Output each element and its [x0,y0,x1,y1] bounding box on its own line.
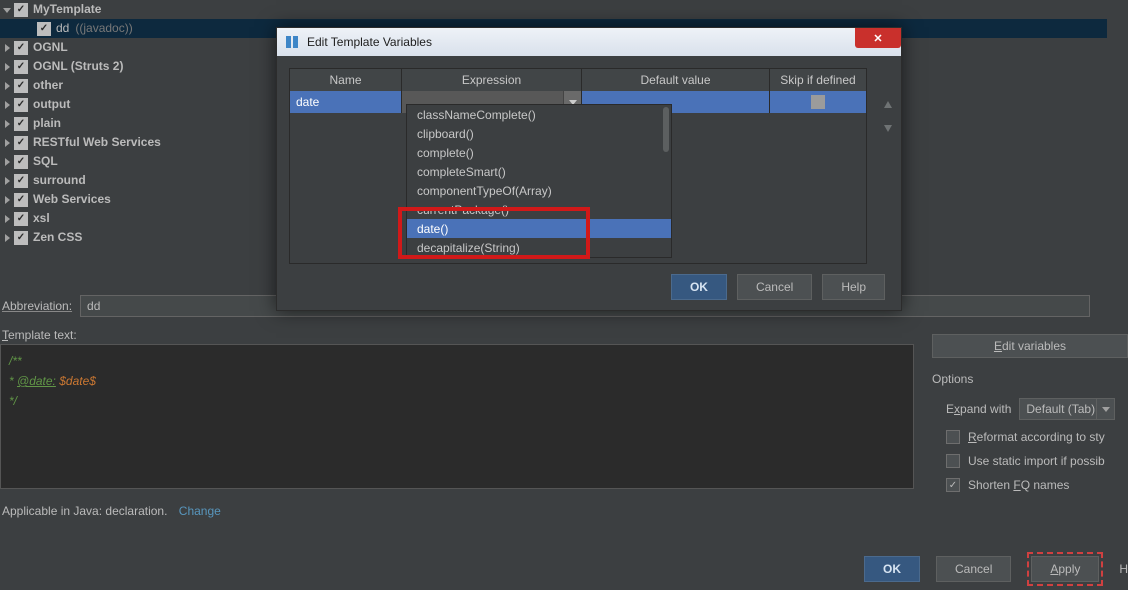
checkbox-icon[interactable] [14,231,28,245]
options-title: Options [932,372,1128,386]
dropdown-item[interactable]: completeSmart() [407,162,671,181]
chevron-right-icon [2,101,12,109]
tree-label: MyTemplate [33,0,101,19]
edit-variables-button[interactable]: Edit variables [932,334,1128,358]
checkbox-icon[interactable] [37,22,51,36]
help-button[interactable]: Help [1119,562,1128,576]
tree-label: Web Services [33,190,111,209]
shorten-fq-label: Shorten FQ names [968,478,1069,492]
chevron-right-icon [2,158,12,166]
tree-label: OGNL [33,38,68,57]
checkbox-icon[interactable] [14,212,28,226]
dialog-ok-button[interactable]: OK [671,274,727,300]
chevron-right-icon [2,82,12,90]
chevron-right-icon [2,44,12,52]
dialog-help-button[interactable]: Help [822,274,885,300]
editor-line: * [9,374,17,388]
checkbox-icon[interactable] [14,174,28,188]
skip-checkbox[interactable] [811,95,825,109]
tree-label: plain [33,114,61,133]
tree-label: RESTful Web Services [33,133,161,152]
tree-label: OGNL (Struts 2) [33,57,123,76]
col-expression: Expression [402,69,582,91]
template-text-label: Template text: [2,328,77,342]
tree-label: SQL [33,152,58,171]
dialog-titlebar[interactable]: Edit Template Variables ✕ [277,28,901,56]
reformat-label: Reformat according to sty [968,430,1105,444]
chevron-right-icon [2,215,12,223]
arrow-up-icon[interactable] [882,99,894,114]
chevron-right-icon [2,196,12,204]
checkbox-icon[interactable] [14,3,28,17]
tree-suffix: ((javadoc)) [75,19,132,38]
editor-var: $date$ [56,374,96,388]
row-reorder-arrows [879,99,897,137]
checkbox-icon[interactable] [14,60,28,74]
tree-label: dd [56,19,69,38]
chevron-right-icon [2,139,12,147]
checkbox-icon[interactable] [14,193,28,207]
checkbox-icon[interactable] [14,79,28,93]
checkbox-icon[interactable] [14,136,28,150]
static-import-label: Use static import if possib [968,454,1105,468]
tree-label: Zen CSS [33,228,82,247]
dropdown-item[interactable]: complete() [407,143,671,162]
checkbox-icon[interactable] [14,117,28,131]
close-button[interactable]: ✕ [855,28,901,48]
editor-line: /** [9,354,22,368]
template-text-editor[interactable]: /** * @date: $date$ */ [0,344,914,489]
expand-with-label: Expand with [946,402,1011,416]
tree-item-mytemplate[interactable]: MyTemplate [0,0,1107,19]
change-link[interactable]: Change [179,504,221,518]
options-panel: Options Expand with Default (Tab) Reform… [932,372,1128,502]
expression-dropdown[interactable]: classNameComplete()clipboard()complete()… [406,104,672,258]
apply-button[interactable]: Apply [1031,556,1099,582]
col-skip-if-defined: Skip if defined [770,69,866,91]
dropdown-item[interactable]: decapitalize(String) [407,238,671,257]
shorten-fq-checkbox[interactable] [946,478,960,492]
apply-highlight: Apply [1027,552,1103,586]
dropdown-item[interactable]: date() [407,219,671,238]
cell-name[interactable]: date [290,91,402,113]
arrow-down-icon[interactable] [882,122,894,137]
tree-label: other [33,76,63,95]
scrollbar[interactable] [663,107,669,152]
dropdown-item[interactable]: classNameComplete() [407,105,671,124]
tree-label: output [33,95,70,114]
dropdown-item[interactable]: clipboard() [407,124,671,143]
chevron-down-icon [2,6,12,14]
applicable-line: Applicable in Java: declaration. Change [2,504,221,518]
expand-with-select[interactable]: Default (Tab) [1019,398,1115,420]
table-header: Name Expression Default value Skip if de… [290,69,866,91]
dropdown-item[interactable]: currentPackage() [407,200,671,219]
chevron-right-icon [2,234,12,242]
chevron-right-icon [2,120,12,128]
checkbox-icon[interactable] [14,98,28,112]
col-name: Name [290,69,402,91]
ok-button[interactable]: OK [864,556,920,582]
editor-line: */ [9,394,17,408]
chevron-right-icon [2,63,12,71]
tree-label: surround [33,171,86,190]
editor-tag: @date: [17,374,56,388]
static-import-checkbox[interactable] [946,454,960,468]
bottom-button-bar: OK Cancel Apply Help [864,552,1128,586]
checkbox-icon[interactable] [14,41,28,55]
applicable-text: Applicable in Java: declaration. [2,504,167,518]
dropdown-item[interactable]: componentTypeOf(Array) [407,181,671,200]
dialog-cancel-button[interactable]: Cancel [737,274,812,300]
close-icon: ✕ [873,32,882,45]
abbreviation-label: Abbreviation: [2,299,72,313]
cell-skip[interactable] [770,91,866,113]
cancel-button[interactable]: Cancel [936,556,1011,582]
col-default-value: Default value [582,69,770,91]
intellij-icon [283,33,301,51]
tree-label: xsl [33,209,50,228]
chevron-right-icon [2,177,12,185]
reformat-checkbox[interactable] [946,430,960,444]
chevron-down-icon [1096,399,1114,419]
checkbox-icon[interactable] [14,155,28,169]
dialog-title: Edit Template Variables [307,35,432,49]
dialog-button-bar: OK Cancel Help [671,274,885,300]
